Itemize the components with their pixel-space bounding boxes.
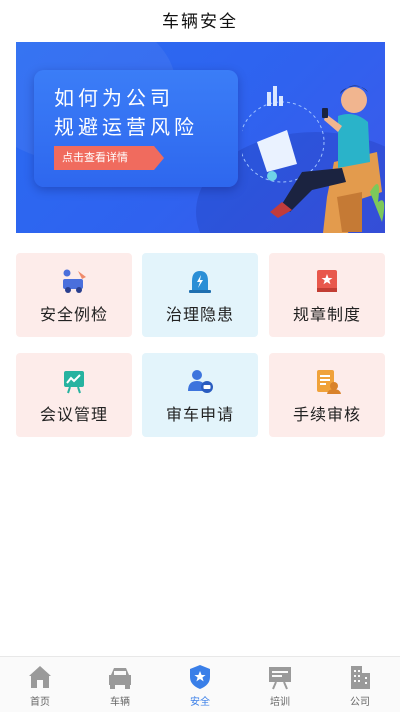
tile-regulations[interactable]: 规章制度 — [269, 253, 385, 337]
tile-label: 规章制度 — [292, 305, 361, 324]
meeting-chart-icon — [64, 371, 84, 394]
tile-label: 手续审核 — [292, 405, 361, 424]
tile-vehicle-review-application[interactable]: 审车申请 — [142, 353, 258, 437]
warning-light-icon — [189, 271, 211, 293]
person-reading-illustration — [242, 85, 385, 233]
tab-home[interactable]: 首页 — [0, 657, 80, 712]
document-review-icon — [317, 370, 341, 394]
tile-label: 会议管理 — [39, 405, 108, 424]
tab-label: 培训 — [270, 697, 290, 708]
tile-hazard-governance[interactable]: 治理隐患 — [142, 253, 258, 337]
rulebook-icon — [317, 270, 337, 292]
page-title-text: 车辆安全 — [162, 11, 238, 32]
tab-label: 公司 — [350, 697, 370, 708]
tile-label: 治理隐患 — [165, 305, 234, 324]
tile-label: 审车申请 — [165, 405, 234, 424]
building-icon — [351, 666, 370, 689]
user-car-icon — [188, 370, 213, 393]
bottom-tab-bar: 首页 车辆 安全 培训 公司 — [0, 656, 400, 712]
page-title: 车辆安全 — [0, 0, 400, 38]
vehicle-inspection-icon — [63, 269, 86, 293]
tile-label: 安全例检 — [39, 305, 108, 324]
car-icon — [109, 668, 131, 689]
home-icon — [29, 666, 51, 688]
tab-label: 首页 — [30, 697, 50, 708]
tab-vehicles[interactable]: 车辆 — [80, 657, 160, 712]
tab-company[interactable]: 公司 — [320, 657, 400, 712]
promo-banner[interactable]: 如何为公司 规避运营风险 点击查看详情 — [16, 42, 385, 233]
tile-meeting-management[interactable]: 会议管理 — [16, 353, 132, 437]
tab-training[interactable]: 培训 — [240, 657, 320, 712]
tab-safety[interactable]: 安全 — [160, 657, 240, 712]
shield-star-icon — [190, 665, 210, 689]
training-board-icon — [269, 667, 291, 690]
tab-label: 安全 — [190, 697, 210, 708]
banner-title-line1: 如何为公司 — [54, 86, 174, 110]
tab-label: 车辆 — [110, 697, 130, 708]
banner-cta-button[interactable]: 点击查看详情 — [54, 146, 154, 170]
banner-cta-arrow — [154, 146, 164, 170]
tile-safety-inspection[interactable]: 安全例检 — [16, 253, 132, 337]
tile-procedure-review[interactable]: 手续审核 — [269, 353, 385, 437]
banner-title-line2: 规避运营风险 — [54, 115, 198, 139]
